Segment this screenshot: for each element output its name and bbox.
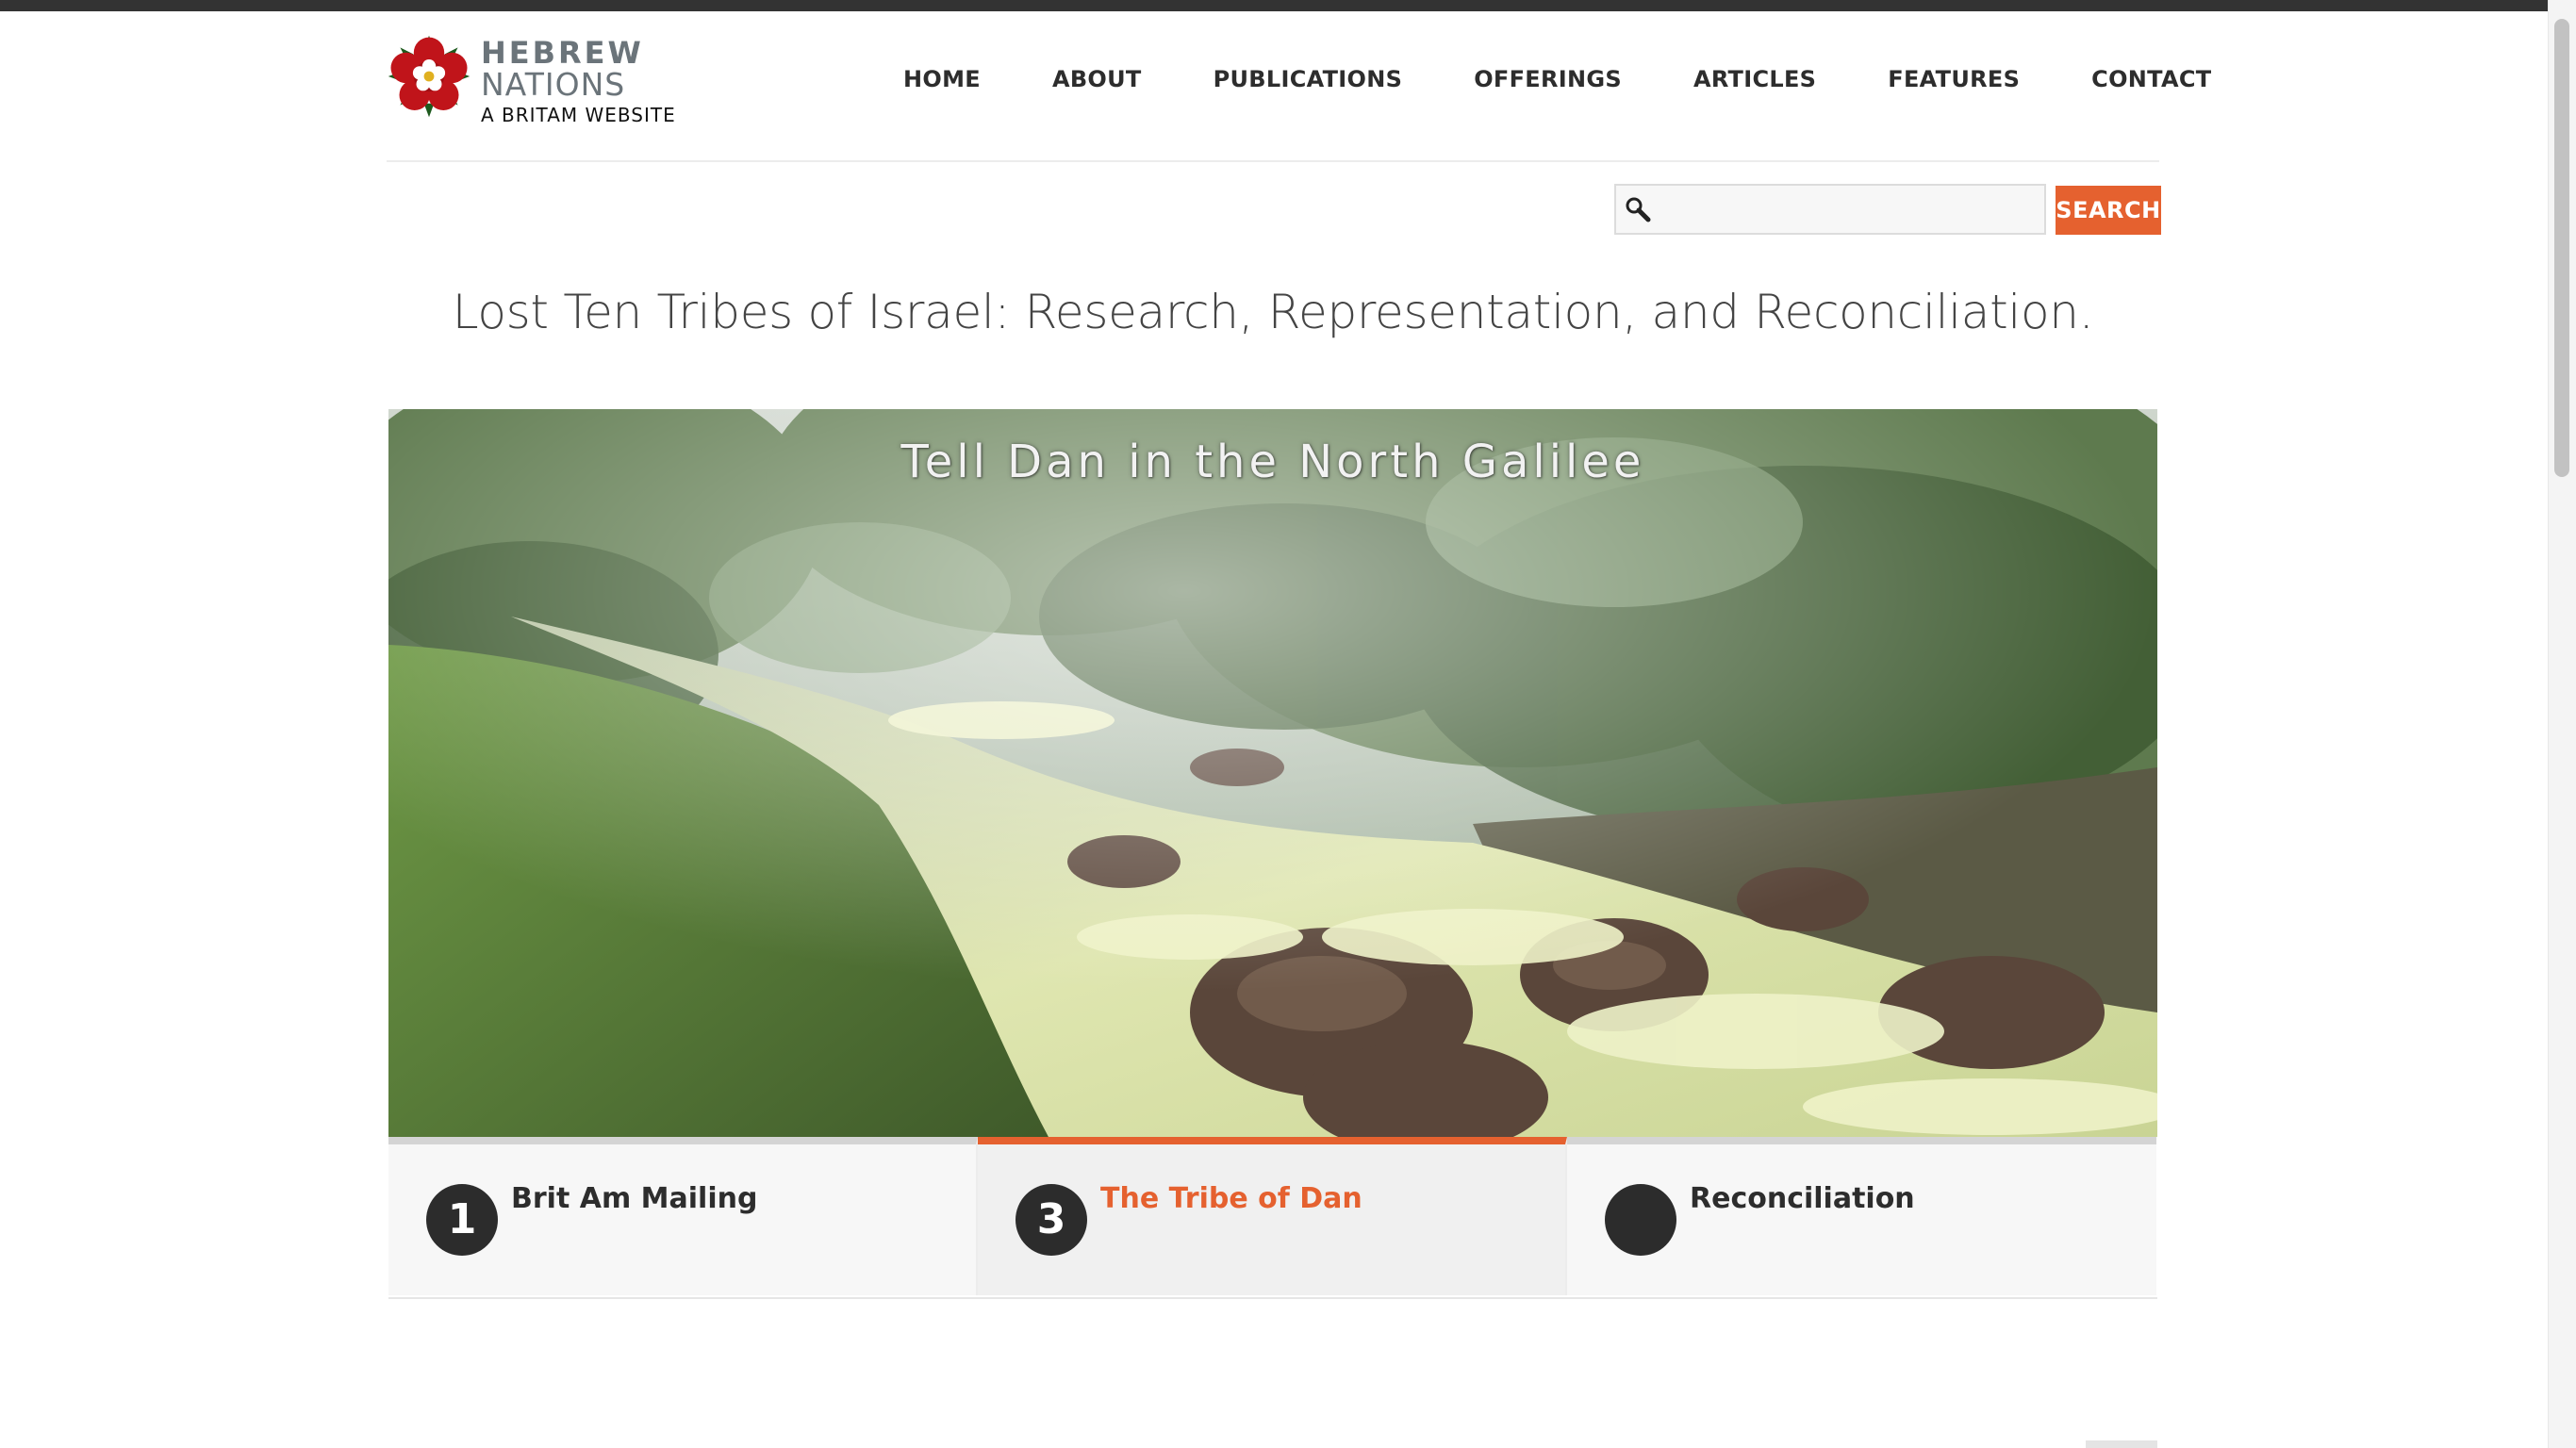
search-input[interactable] xyxy=(1658,189,2039,231)
nav-item-publications[interactable]: PUBLICATIONS xyxy=(1178,55,1439,104)
slide-image xyxy=(388,409,2157,1137)
logo-line-1: HEBREW xyxy=(481,35,644,71)
site-logo[interactable]: HEBREW NATIONS A BRITAM WEBSITE xyxy=(387,23,688,126)
tab-label: Brit Am Mailing xyxy=(511,1182,758,1215)
search-box xyxy=(1614,184,2046,235)
search-icon xyxy=(1626,197,1651,222)
corner-box xyxy=(2086,1440,2157,1448)
logo-tagline: A BRITAM WEBSITE xyxy=(481,104,676,126)
nav-item-articles[interactable]: ARTICLES xyxy=(1658,55,1852,104)
featured-slider[interactable]: Tell Dan in the North Galilee xyxy=(388,409,2157,1137)
site-tagline: Lost Ten Tribes of Israel: Research, Rep… xyxy=(452,285,2094,339)
nav-item-contact[interactable]: CONTACT xyxy=(2056,55,2247,104)
tab-label: The Tribe of Dan xyxy=(1100,1182,1362,1215)
nav-item-offerings[interactable]: OFFERINGS xyxy=(1438,55,1658,104)
tab-number-badge xyxy=(1605,1184,1676,1256)
search-button[interactable]: SEARCH xyxy=(2056,186,2161,235)
slider-tab-1[interactable]: 1 Brit Am Mailing xyxy=(388,1137,978,1295)
nav-item-home[interactable]: HOME xyxy=(867,55,1016,104)
tab-number-badge: 3 xyxy=(1016,1184,1087,1256)
scrollbar-thumb[interactable] xyxy=(2554,19,2569,477)
top-bar xyxy=(0,0,2548,11)
slider-tabs: 1 Brit Am Mailing 3 The Tribe of Dan Rec… xyxy=(388,1137,2157,1299)
tab-number-badge: 1 xyxy=(426,1184,498,1256)
nav-item-about[interactable]: ABOUT xyxy=(1016,55,1178,104)
header-divider xyxy=(387,160,2159,162)
slide-caption: Tell Dan in the North Galilee xyxy=(900,436,1645,488)
main-nav: HOME ABOUT PUBLICATIONS OFFERINGS ARTICL… xyxy=(867,55,2247,104)
tudor-rose-icon xyxy=(388,35,471,118)
slider-tab-2[interactable]: 3 The Tribe of Dan xyxy=(978,1137,1567,1295)
slider-tab-3[interactable]: Reconciliation xyxy=(1567,1137,2156,1295)
nav-item-features[interactable]: FEATURES xyxy=(1852,55,2056,104)
tab-label: Reconciliation xyxy=(1690,1182,1915,1215)
logo-line-2: NATIONS xyxy=(481,66,626,103)
